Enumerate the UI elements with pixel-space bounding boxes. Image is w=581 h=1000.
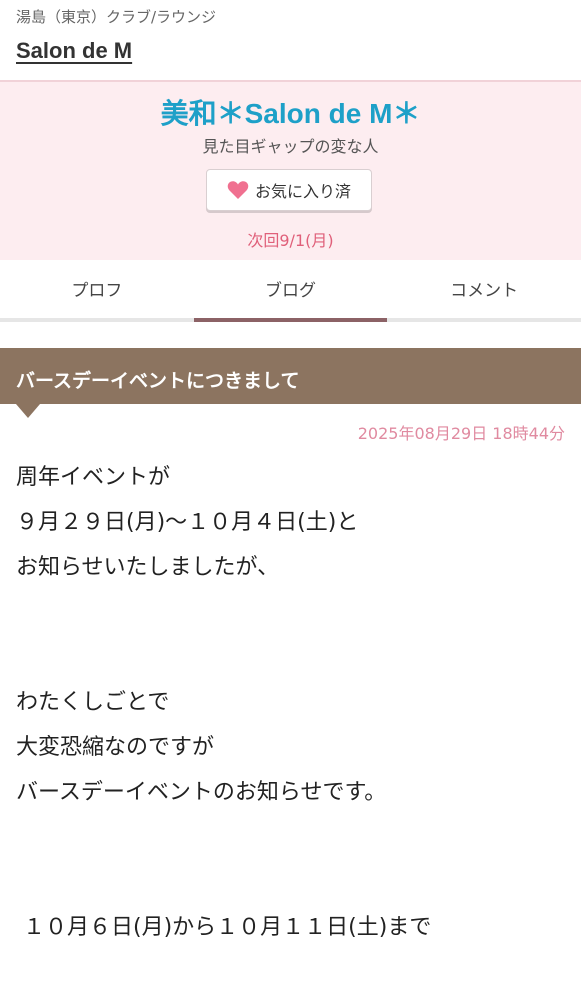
tab-comments[interactable]: コメント	[387, 260, 581, 318]
body-line: 大変恐縮なのですが	[16, 735, 215, 760]
body-line: ９月２９日(月)〜１０月４日(土)と	[16, 510, 359, 535]
body-line: １０月６日(月)から１０月１１日(土)まで	[16, 915, 432, 940]
heart-icon	[227, 180, 249, 200]
tab-blog[interactable]: ブログ	[193, 260, 388, 322]
profile-section: 美和＊Salon de M＊ 見た目ギャップの変な人 お気に入り済 次回9/1(…	[0, 80, 581, 260]
profile-name: 美和＊Salon de M＊	[160, 98, 421, 129]
body-line	[16, 822, 566, 867]
tab-bar: プロフ ブログ コメント	[0, 260, 581, 322]
body-line	[16, 867, 566, 912]
body-line	[16, 597, 566, 642]
profile-catchphrase: 見た目ギャップの変な人	[202, 137, 379, 156]
next-schedule[interactable]: 次回9/1(月)	[0, 227, 581, 251]
top-header: 湯島（東京）クラブ/ラウンジ Salon de M	[0, 0, 581, 80]
shop-name-link[interactable]: Salon de M	[16, 38, 132, 64]
body-line: 周年イベントが	[16, 465, 171, 490]
article-body: 周年イベントが ９月２９日(月)〜１０月４日(土)と お知らせいたしましたが、 …	[16, 462, 566, 957]
body-line	[16, 642, 566, 687]
body-line: わたくしごとで	[16, 690, 170, 715]
body-line: バースデーイベントのお知らせです。	[16, 780, 387, 805]
posted-date: 2025年08月29日 18時44分	[357, 424, 565, 443]
title-pointer	[16, 404, 40, 418]
body-line: お知らせいたしましたが、	[16, 555, 280, 580]
favorite-label: お気に入り済	[254, 182, 351, 201]
tab-profile[interactable]: プロフ	[0, 260, 194, 318]
article-title: バースデーイベントにつきまして	[0, 348, 581, 404]
breadcrumb[interactable]: 湯島（東京）クラブ/ラウンジ	[16, 6, 216, 27]
favorite-button[interactable]: お気に入り済	[206, 169, 372, 211]
